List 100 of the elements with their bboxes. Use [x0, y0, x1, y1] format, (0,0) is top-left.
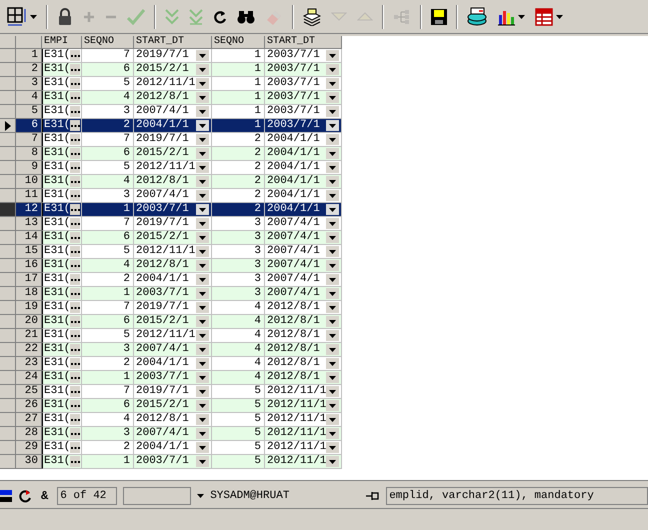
dropdown-button[interactable] — [326, 442, 340, 453]
dropdown-button[interactable] — [196, 274, 209, 285]
dropdown-button[interactable] — [326, 50, 339, 61]
ellipsis-button[interactable] — [70, 190, 80, 201]
dropdown-button[interactable] — [326, 274, 339, 285]
dropdown-button[interactable] — [196, 148, 209, 159]
column-header[interactable]: SEQNO — [212, 36, 265, 49]
dropdown-button[interactable] — [326, 134, 339, 145]
dropdown-button[interactable] — [196, 176, 209, 187]
dropdown-button[interactable] — [326, 414, 340, 425]
ellipsis-button[interactable] — [70, 148, 80, 159]
dropdown-button[interactable] — [326, 428, 340, 439]
dropdown-button[interactable] — [196, 162, 209, 173]
ellipsis-button[interactable] — [70, 274, 80, 285]
ellipsis-button[interactable] — [70, 358, 80, 369]
caret-icon — [199, 54, 206, 58]
ellipsis-button[interactable] — [70, 372, 80, 383]
dropdown-button[interactable] — [196, 288, 209, 299]
column-header[interactable]: START_DT — [265, 36, 342, 49]
dropdown-button[interactable] — [326, 148, 339, 159]
dropdown-button[interactable] — [196, 330, 209, 341]
dropdown-button[interactable] — [196, 442, 209, 453]
ellipsis-button[interactable] — [70, 204, 80, 215]
dropdown-button[interactable] — [326, 190, 339, 201]
dropdown-button[interactable] — [196, 232, 209, 243]
ellipsis-button[interactable] — [70, 92, 80, 103]
ellipsis-button[interactable] — [70, 78, 80, 89]
ellipsis-button[interactable] — [70, 176, 80, 187]
dropdown-button[interactable] — [196, 218, 209, 229]
dropdown-button[interactable] — [326, 232, 339, 243]
dropdown-button[interactable] — [326, 344, 339, 355]
ellipsis-button[interactable] — [70, 288, 80, 299]
column-header[interactable]: START_DT — [134, 36, 212, 49]
dropdown-button[interactable] — [196, 316, 209, 327]
dropdown-button[interactable] — [326, 64, 339, 75]
dropdown-button[interactable] — [196, 260, 209, 271]
dropdown-button[interactable] — [196, 302, 209, 313]
ellipsis-button[interactable] — [70, 120, 80, 131]
row-indicator[interactable] — [0, 119, 16, 133]
ellipsis-button[interactable] — [70, 246, 80, 257]
dropdown-button[interactable] — [196, 400, 209, 411]
ellipsis-button[interactable] — [70, 64, 80, 75]
ellipsis-button[interactable] — [70, 316, 80, 327]
dropdown-button[interactable] — [326, 372, 339, 383]
ellipsis-button[interactable] — [70, 106, 80, 117]
dropdown-button[interactable] — [196, 204, 209, 215]
table-cell: 2003/7/1 — [267, 92, 320, 103]
ellipsis-button[interactable] — [70, 50, 80, 61]
dropdown-button[interactable] — [196, 190, 209, 201]
dropdown-button[interactable] — [326, 92, 339, 103]
dropdown-button[interactable] — [326, 120, 339, 131]
dropdown-button[interactable] — [326, 246, 339, 257]
dropdown-button[interactable] — [326, 260, 339, 271]
ellipsis-button[interactable] — [70, 260, 80, 271]
dropdown-button[interactable] — [326, 176, 339, 187]
dropdown-button[interactable] — [196, 64, 209, 75]
dropdown-button[interactable] — [196, 50, 209, 61]
dropdown-button[interactable] — [326, 78, 339, 89]
dropdown-button[interactable] — [196, 106, 209, 117]
ellipsis-button[interactable] — [70, 232, 80, 243]
dropdown-button[interactable] — [196, 92, 209, 103]
ellipsis-button[interactable] — [70, 134, 80, 145]
dropdown-button[interactable] — [196, 246, 209, 257]
dropdown-button[interactable] — [196, 372, 209, 383]
ellipsis-button[interactable] — [70, 456, 80, 467]
dropdown-button[interactable] — [196, 134, 209, 145]
dropdown-button[interactable] — [326, 204, 339, 215]
column-header[interactable]: EMPI — [42, 36, 82, 49]
dropdown-button[interactable] — [196, 456, 209, 467]
dropdown-button[interactable] — [196, 386, 209, 397]
dropdown-button[interactable] — [326, 162, 339, 173]
ellipsis-button[interactable] — [70, 302, 80, 313]
column-header[interactable]: SEQNO — [82, 36, 134, 49]
dropdown-button[interactable] — [326, 302, 339, 313]
ellipsis-button[interactable] — [70, 344, 80, 355]
dropdown-button[interactable] — [196, 414, 209, 425]
ellipsis-button[interactable] — [70, 414, 80, 425]
dropdown-button[interactable] — [196, 120, 209, 131]
dropdown-button[interactable] — [196, 344, 209, 355]
dropdown-button[interactable] — [326, 456, 340, 467]
table-cell: 2019/7/1 — [136, 134, 189, 145]
table-cell: 6 — [82, 147, 134, 161]
dropdown-button[interactable] — [326, 400, 340, 411]
ellipsis-button[interactable] — [70, 400, 80, 411]
dropdown-button[interactable] — [196, 428, 209, 439]
ellipsis-button[interactable] — [70, 428, 80, 439]
dropdown-button[interactable] — [326, 358, 339, 369]
dropdown-button[interactable] — [196, 78, 209, 89]
dropdown-button[interactable] — [326, 316, 339, 327]
ellipsis-button[interactable] — [70, 442, 80, 453]
dropdown-button[interactable] — [326, 106, 339, 117]
ellipsis-button[interactable] — [70, 330, 80, 341]
dropdown-button[interactable] — [326, 386, 340, 397]
dropdown-button[interactable] — [196, 358, 209, 369]
ellipsis-button[interactable] — [70, 386, 80, 397]
dropdown-button[interactable] — [326, 288, 339, 299]
dropdown-button[interactable] — [326, 218, 339, 229]
dropdown-button[interactable] — [326, 330, 339, 341]
ellipsis-button[interactable] — [70, 162, 80, 173]
ellipsis-button[interactable] — [70, 218, 80, 229]
